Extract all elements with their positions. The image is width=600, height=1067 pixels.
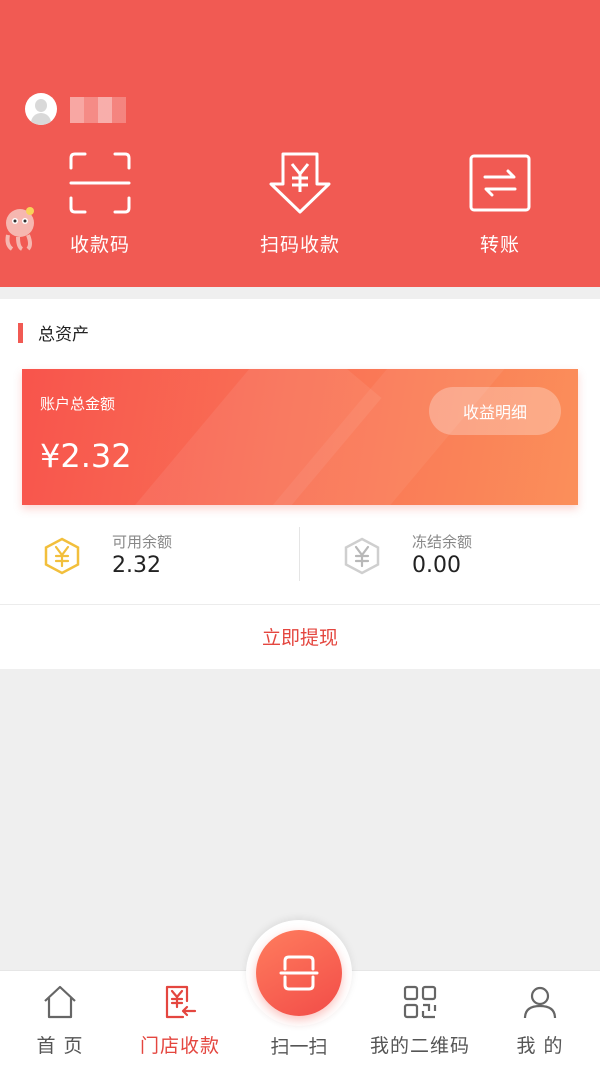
scan-icon [279,955,319,991]
tab-my-qrcode[interactable]: 我的二维码 [360,971,480,1067]
assets-section: 总资产 账户总金额 ¥2.32 收益明细 可用余额 2.32 冻结余额 0.00… [0,299,600,669]
yen-hexagon-icon [344,537,380,575]
frozen-value: 0.00 [412,553,461,578]
receive-code-label: 收款码 [69,234,130,256]
section-title: 总资产 [38,325,89,345]
username-blurred [70,97,126,123]
frozen-label: 冻结余额 [412,533,473,551]
scan-label: 扫一扫 [270,1036,328,1058]
available-balance[interactable]: 可用余额 2.32 [0,519,300,589]
tab-store-payment[interactable]: 门店收款 [120,971,240,1067]
transfer-icon [469,154,531,212]
income-details-button[interactable]: 收益明细 [429,387,561,435]
available-value: 2.32 [112,553,161,578]
home-icon [44,985,76,1019]
asset-card: 账户总金额 ¥2.32 收益明细 [22,369,578,505]
tab-mine[interactable]: 我 的 [480,971,600,1067]
section-accent-bar [18,323,23,343]
transfer-label: 转账 [479,234,520,256]
total-amount: ¥2.32 [40,437,132,475]
mascot-sticker-icon [5,207,34,251]
transfer-button[interactable]: 转账 [430,150,570,260]
balances-row: 可用余额 2.32 冻结余额 0.00 [0,519,600,589]
tab-store-label: 门店收款 [139,1035,220,1057]
user-icon [523,986,557,1019]
frozen-balance[interactable]: 冻结余额 0.00 [300,519,600,589]
qr-frame-icon [69,152,131,214]
scan-button-circle [256,930,342,1016]
tab-home-label: 首 页 [36,1035,84,1057]
scan-receive-label: 扫码收款 [259,234,340,256]
scan-button[interactable] [246,920,352,1026]
store-receipt-icon [165,985,197,1019]
available-label: 可用余额 [112,533,173,551]
scan-receive-icon [269,152,331,214]
tab-home[interactable]: 首 页 [0,971,120,1067]
header-banner: 收款码 扫码收款 转账 [0,0,600,287]
avatar[interactable] [25,93,57,125]
tab-qrcode-label: 我的二维码 [369,1035,470,1057]
scan-receive-button[interactable]: 扫码收款 [230,150,370,260]
withdraw-button[interactable]: 立即提现 [0,604,600,668]
tab-mine-label: 我 的 [516,1035,564,1057]
card-label: 账户总金额 [40,395,116,413]
yen-hexagon-icon [44,537,80,575]
receive-code-button[interactable]: 收款码 [30,150,170,260]
qr-code-icon [403,985,437,1019]
